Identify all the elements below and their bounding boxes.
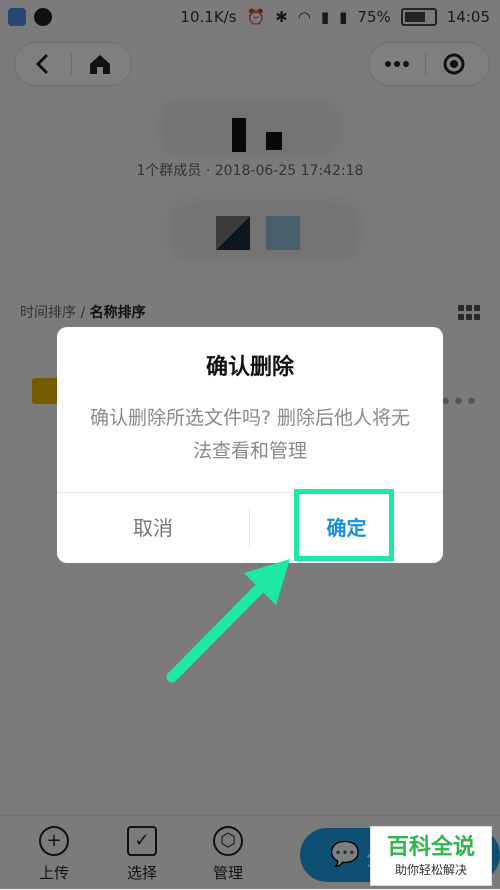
watermark-subtitle: 助你轻松解决 (394, 863, 467, 877)
watermark-title: 百科全说 (386, 835, 475, 860)
pointer-arrow-icon (166, 559, 290, 683)
dialog-message: 确认删除所选文件吗? 删除后他人将无法查看和管理 (89, 407, 411, 462)
confirm-highlight-box (294, 489, 394, 561)
cancel-button[interactable]: 取消 (57, 493, 249, 563)
watermark-logo: 百科全说 助你轻松解决 (370, 826, 492, 886)
dialog-title: 确认删除 (205, 355, 294, 380)
